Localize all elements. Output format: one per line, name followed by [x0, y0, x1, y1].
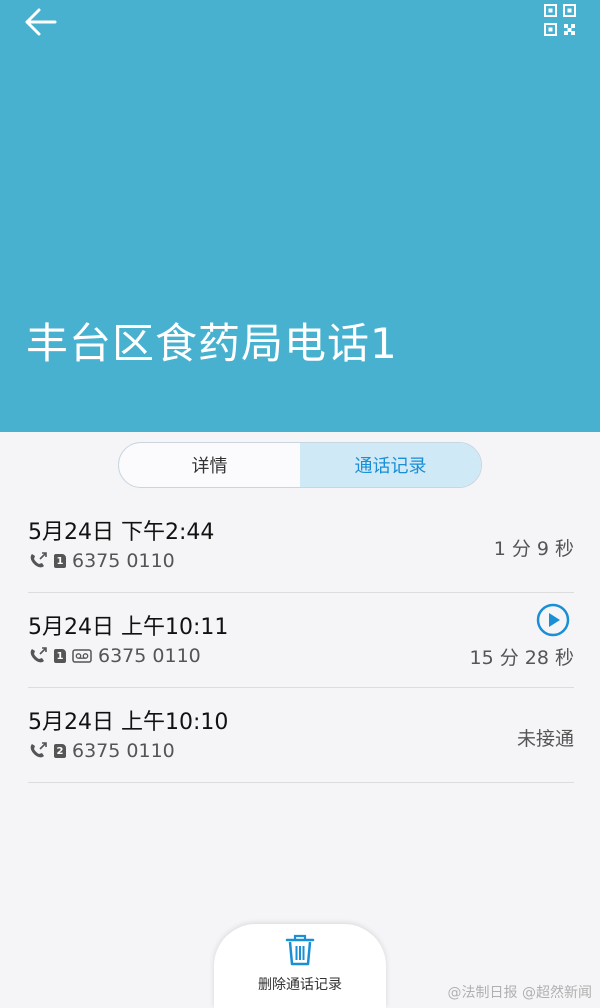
- delete-label: 删除通话记录: [258, 977, 342, 993]
- sim-card-icon: 2: [54, 744, 66, 758]
- watermark: @法制日报 @超然新闻: [447, 985, 592, 1001]
- voicemail-icon: [72, 649, 92, 663]
- call-meta: 1 6375 0110: [28, 550, 175, 572]
- call-log-item[interactable]: 5月24日 上午10:11 1 6375 0110 15 分 28 秒: [28, 593, 574, 688]
- call-meta: 2 6375 0110: [28, 740, 175, 762]
- tab-bar: 详情 通话记录: [118, 442, 482, 488]
- qr-code-button[interactable]: [540, 4, 580, 40]
- qr-code-icon: [544, 4, 576, 40]
- call-log-item[interactable]: 5月24日 下午2:44 1 6375 0110 1 分 9 秒: [28, 498, 574, 593]
- sim-card-icon: 1: [54, 554, 66, 568]
- sim-card-icon: 1: [54, 649, 66, 663]
- back-button[interactable]: [18, 4, 62, 44]
- call-time: 5月24日 下午2:44: [28, 520, 215, 545]
- call-status: 未接通: [516, 728, 574, 750]
- phone-number: 6375 0110: [98, 645, 201, 667]
- call-log-item[interactable]: 5月24日 上午10:10 2 6375 0110 未接通: [28, 688, 574, 783]
- call-log-list: 5月24日 下午2:44 1 6375 0110 1 分 9 秒 5月24日 上…: [28, 498, 574, 783]
- trash-icon: [285, 934, 315, 970]
- outgoing-call-icon: [28, 742, 48, 760]
- outgoing-call-icon: [28, 552, 48, 570]
- back-arrow-icon: [23, 7, 57, 41]
- phone-number: 6375 0110: [72, 550, 175, 572]
- play-icon: [536, 603, 570, 641]
- call-time: 5月24日 上午10:11: [28, 615, 229, 640]
- call-duration: 15 分 28 秒: [469, 647, 574, 669]
- call-duration: 1 分 9 秒: [493, 538, 574, 560]
- tab-call-log[interactable]: 通话记录: [300, 443, 481, 487]
- outgoing-call-icon: [28, 647, 48, 665]
- phone-number: 6375 0110: [72, 740, 175, 762]
- delete-call-log-button[interactable]: 删除通话记录: [214, 924, 386, 1008]
- tab-details[interactable]: 详情: [119, 443, 300, 487]
- play-recording-button[interactable]: [536, 603, 570, 637]
- call-time: 5月24日 上午10:10: [28, 710, 229, 735]
- call-meta: 1 6375 0110: [28, 645, 201, 667]
- contact-name: 丰台区食药局电话1: [26, 319, 398, 368]
- contact-header: 丰台区食药局电话1: [0, 0, 600, 432]
